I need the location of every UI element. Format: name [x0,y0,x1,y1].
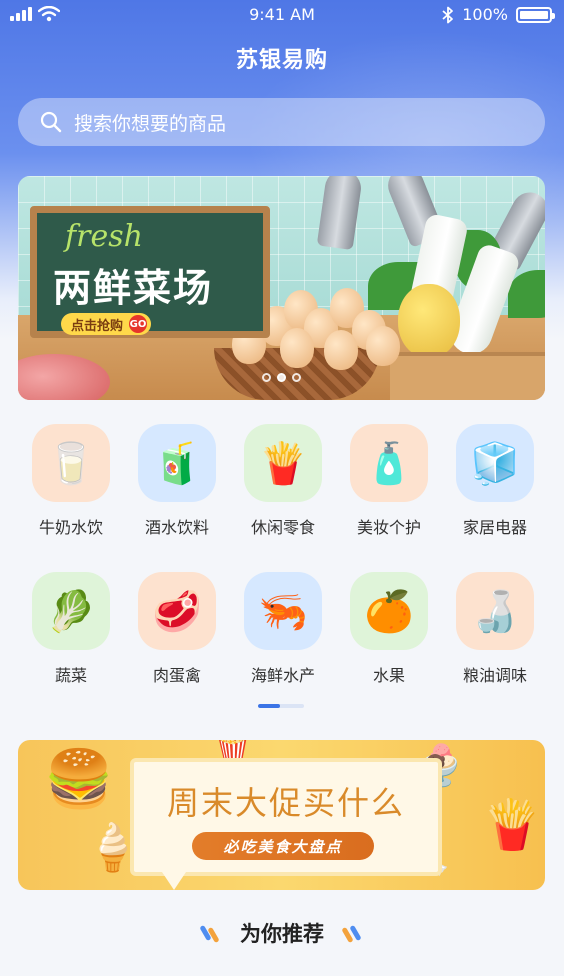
promo-subtitle-button[interactable]: 必吃美食大盘点 [192,832,374,860]
search-bar[interactable]: 搜索你想要的商品 [18,98,545,146]
status-right: 100% [442,5,555,24]
category-item[interactable]: 🧴 美妆个护 [336,424,442,538]
sparkle-icon [341,922,364,944]
category-label[interactable]: 粮油调味 [463,662,527,686]
chalkboard: fresh 两鲜菜场 点击抢购 GO [30,206,270,338]
banner-title: 两鲜菜场 [53,266,214,310]
potato-image [398,284,460,358]
category-item[interactable]: 🦐 海鲜水产 [230,572,336,686]
category-item[interactable]: 🍊 水果 [336,572,442,686]
category-label[interactable]: 水果 [373,662,405,686]
search-placeholder[interactable]: 搜索你想要的商品 [74,109,226,136]
bluetooth-icon [442,6,454,23]
category-label[interactable]: 酒水饮料 [145,514,209,538]
category-item[interactable]: 🥛 牛奶水饮 [18,424,124,538]
category-label[interactable]: 家居电器 [463,514,527,538]
vegetable-icon[interactable]: 🥬 [32,572,110,650]
promo-title: 周末大促买什么 [166,784,405,822]
fruit-icon[interactable]: 🍊 [350,572,428,650]
category-pager-indicator [258,704,280,708]
egg-image [324,330,358,370]
recommend-header: 为你推荐 [0,918,564,948]
snacks-icon[interactable]: 🍟 [244,424,322,502]
status-bar: 9:41 AM 100% [0,0,564,30]
egg-image [280,328,314,368]
carousel-dot[interactable] [262,373,271,382]
grab-button[interactable]: 点击抢购 GO [61,313,152,335]
category-label[interactable]: 蔬菜 [55,662,87,686]
meat-icon[interactable]: 🥩 [138,572,216,650]
category-item[interactable]: 🥩 肉蛋禽 [124,572,230,686]
drinks-icon[interactable]: 🧃 [138,424,216,502]
category-item[interactable]: 🍶 粮油调味 [442,572,548,686]
burger-icon: 🍔 [44,747,114,812]
promo-board: 周末大促买什么 必吃美食大盘点 [130,758,442,890]
promo-banner-fresh[interactable]: fresh 两鲜菜场 点击抢购 GO [18,176,545,400]
carousel-dots [18,373,545,382]
carousel-dot[interactable] [292,373,301,382]
weekend-promo-banner[interactable]: 🍔 🍿 🍦 🍨 🍟 🍬 周末大促买什么 必吃美食大盘点 [18,740,545,890]
cosmetics-icon[interactable]: 🧴 [350,424,428,502]
page-title: 苏银易购 [235,48,328,73]
category-item[interactable]: 🧃 酒水饮料 [124,424,230,538]
appliance-icon[interactable]: 🧊 [456,424,534,502]
category-item[interactable]: 🍟 休闲零食 [230,424,336,538]
grab-button-label[interactable]: 点击抢购 [71,315,123,334]
category-label[interactable]: 休闲零食 [251,514,315,538]
battery-icon [516,6,555,23]
category-item[interactable]: 🥬 蔬菜 [18,572,124,686]
recommend-title: 为你推荐 [240,922,324,946]
fries-icon: 🍟 [482,797,542,853]
category-grid-section: 🥛 牛奶水饮 🧃 酒水饮料 🍟 休闲零食 🧴 美妆个护 🧊 家居电器 🥬 蔬菜 🥩 肉蛋禽 🦐 海鲜水产 🍊 水果… [18,424,546,686]
category-label[interactable]: 海鲜水产 [251,662,315,686]
go-badge[interactable]: GO [129,315,148,333]
battery-percent: 100% [462,5,508,24]
carousel-dot[interactable] [277,373,286,382]
category-grid: 🥛 牛奶水饮 🧃 酒水饮料 🍟 休闲零食 🧴 美妆个护 🧊 家居电器 🥬 蔬菜 🥩 肉蛋禽 🦐 海鲜水产 🍊 水果… [18,424,546,686]
category-label[interactable]: 牛奶水饮 [39,514,103,538]
egg-image [366,326,400,366]
banner-tag: fresh [65,219,143,254]
sparkle-icon [199,922,222,944]
milk-icon[interactable]: 🥛 [32,424,110,502]
search-icon [40,111,62,133]
category-item[interactable]: 🧊 家居电器 [442,424,548,538]
oil-icon[interactable]: 🍶 [456,572,534,650]
category-pager [258,704,304,708]
seafood-icon[interactable]: 🦐 [244,572,322,650]
category-label[interactable]: 美妆个护 [357,514,421,538]
category-label[interactable]: 肉蛋禽 [153,662,201,686]
